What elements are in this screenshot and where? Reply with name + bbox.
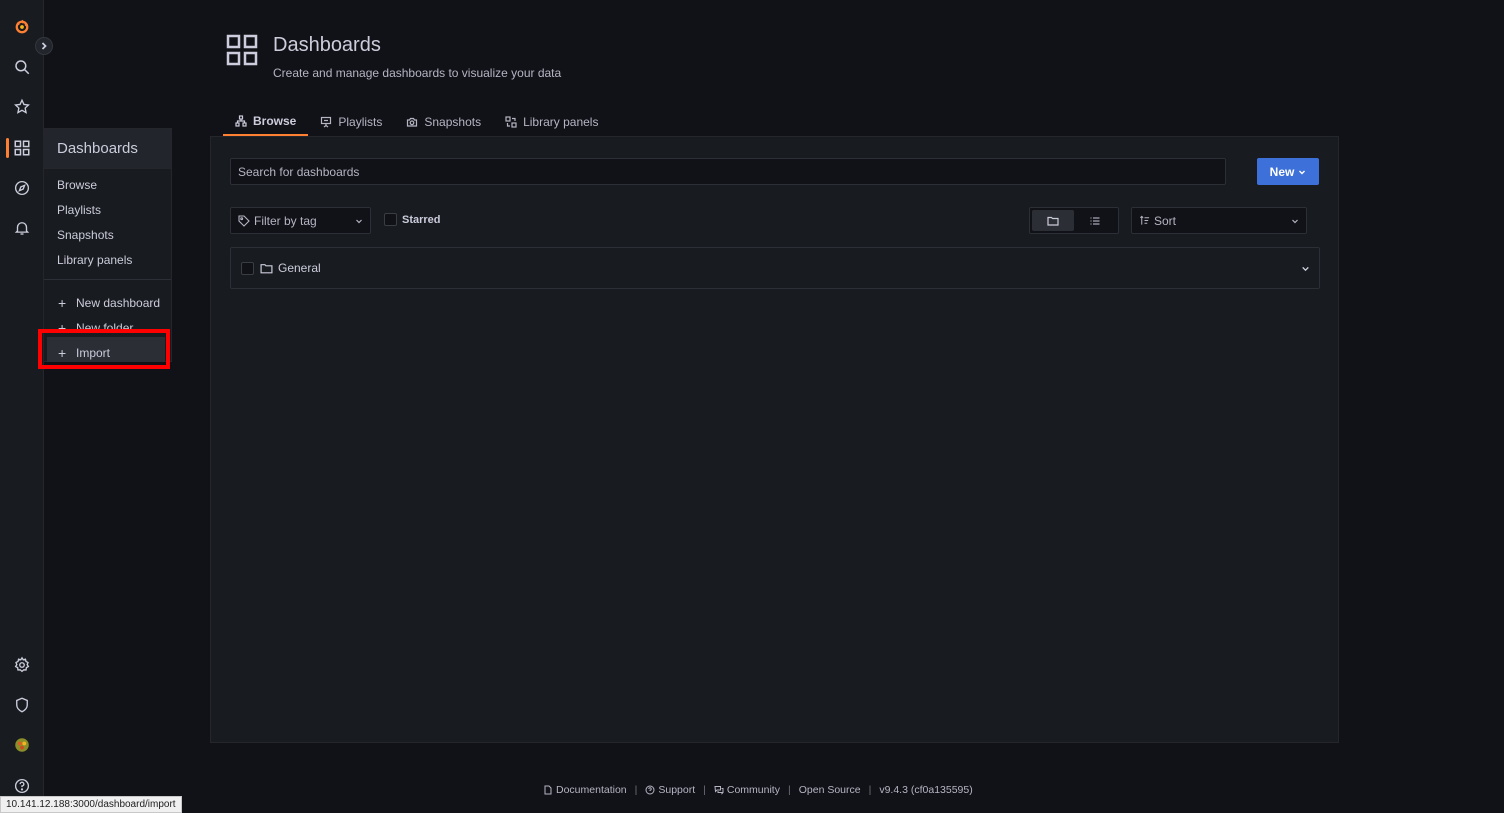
footer-community-link[interactable]: Community — [714, 784, 780, 796]
dashboards-dropdown-menu: Dashboards Browse Playlists Snapshots Li… — [44, 128, 172, 362]
tag-filter-select[interactable]: Filter by tag — [230, 207, 371, 234]
starred-checkbox[interactable] — [384, 213, 397, 226]
footer: Documentation | Support | Community | Op… — [543, 784, 973, 796]
footer-support-label: Support — [658, 784, 696, 796]
view-mode-toggle — [1029, 207, 1119, 234]
server-admin-icon[interactable] — [0, 685, 44, 725]
dropdown-item-new-folder[interactable]: + New folder — [44, 312, 171, 337]
presentation-icon — [321, 116, 332, 128]
sort-select[interactable]: Sort — [1131, 207, 1307, 234]
question-circle-icon — [645, 785, 655, 795]
sort-placeholder: Sort — [1154, 213, 1177, 228]
plus-icon: + — [58, 294, 67, 311]
starred-label: Starred — [402, 213, 441, 226]
new-button-label: New — [1269, 164, 1295, 179]
tab-bar: Browse Playlists Snapshots Library panel… — [223, 108, 610, 136]
dropdown-item-snapshots[interactable]: Snapshots — [44, 222, 171, 247]
dropdown-item-browse[interactable]: Browse — [44, 172, 171, 197]
search-input[interactable] — [230, 158, 1226, 185]
list-view-button[interactable] — [1074, 210, 1116, 231]
folder-icon — [260, 263, 273, 273]
footer-open-source-link[interactable]: Open Source — [799, 784, 861, 796]
configuration-icon[interactable] — [0, 645, 44, 685]
import-label: Import — [76, 345, 111, 360]
tab-snapshots[interactable]: Snapshots — [394, 108, 493, 136]
chevron-down-icon — [1292, 219, 1298, 223]
comments-icon — [714, 786, 724, 795]
folder-view-button[interactable] — [1032, 210, 1074, 231]
expand-menu-button[interactable] — [35, 37, 53, 55]
browser-status-url: 10.141.12.188:3000/dashboard/import — [0, 796, 182, 813]
chevron-down-icon[interactable] — [1301, 264, 1310, 273]
tab-playlists-label: Playlists — [338, 115, 383, 129]
footer-documentation-link[interactable]: Documentation — [543, 784, 627, 796]
new-dashboard-label: New dashboard — [76, 295, 161, 310]
alerting-icon[interactable] — [0, 208, 44, 248]
footer-open-source-label: Open Source — [798, 784, 861, 796]
star-icon[interactable] — [0, 87, 44, 127]
dropdown-item-import[interactable]: + Import — [47, 337, 165, 362]
chevron-down-icon — [1299, 170, 1306, 174]
tab-library-panels[interactable]: Library panels — [493, 108, 610, 136]
page-subtitle: Create and manage dashboards to visualiz… — [273, 66, 562, 80]
document-icon — [544, 785, 552, 795]
dashboards-icon[interactable] — [0, 128, 44, 168]
footer-separator: | — [868, 784, 872, 796]
sitemap-icon — [235, 115, 247, 127]
footer-separator: | — [787, 784, 791, 796]
tab-playlists[interactable]: Playlists — [308, 108, 394, 136]
tab-browse[interactable]: Browse — [223, 108, 309, 136]
avatar-icon[interactable] — [0, 725, 44, 765]
dropdown-item-playlists[interactable]: Playlists — [44, 197, 171, 222]
tag-filter-placeholder: Filter by tag — [254, 213, 317, 228]
dashboards-page-icon — [226, 34, 258, 66]
footer-version-label: v9.4.3 (cf0a135595) — [879, 784, 973, 796]
side-menu — [0, 0, 44, 813]
chevron-down-icon — [356, 219, 362, 223]
tab-browse-label: Browse — [253, 114, 297, 128]
dropdown-item-new-dashboard[interactable]: + New dashboard — [44, 287, 171, 312]
new-button[interactable]: New — [1257, 158, 1319, 185]
new-folder-label: New folder — [76, 320, 134, 335]
camera-icon — [407, 117, 418, 127]
folder-name: General — [278, 261, 321, 275]
page-title: Dashboards — [273, 34, 381, 56]
plus-icon: + — [58, 344, 67, 361]
plus-icon: + — [58, 319, 67, 336]
dropdown-header[interactable]: Dashboards — [44, 129, 171, 169]
folder-row-general[interactable]: General — [230, 247, 1320, 289]
footer-community-label: Community — [726, 784, 780, 796]
tab-snapshots-label: Snapshots — [424, 115, 482, 129]
dropdown-item-library-panels[interactable]: Library panels — [44, 247, 171, 272]
dropdown-divider — [44, 279, 171, 280]
chevron-right-icon — [41, 42, 47, 50]
library-panel-icon — [505, 116, 517, 128]
sort-icon — [1140, 215, 1150, 225]
tag-icon — [238, 214, 250, 227]
starred-filter[interactable]: Starred — [384, 213, 441, 226]
footer-version-link[interactable]: v9.4.3 (cf0a135595) — [879, 784, 972, 796]
explore-icon[interactable] — [0, 168, 44, 208]
footer-separator: | — [634, 784, 638, 796]
list-icon — [1090, 216, 1100, 225]
footer-documentation-label: Documentation — [556, 784, 627, 796]
tab-library-panels-label: Library panels — [523, 115, 599, 129]
footer-support-link[interactable]: Support — [645, 784, 695, 796]
browse-panel: New Filter by tag Starred Sort General — [210, 136, 1339, 743]
folder-icon — [1047, 216, 1059, 226]
footer-separator: | — [703, 784, 706, 796]
folder-checkbox[interactable] — [241, 261, 254, 275]
